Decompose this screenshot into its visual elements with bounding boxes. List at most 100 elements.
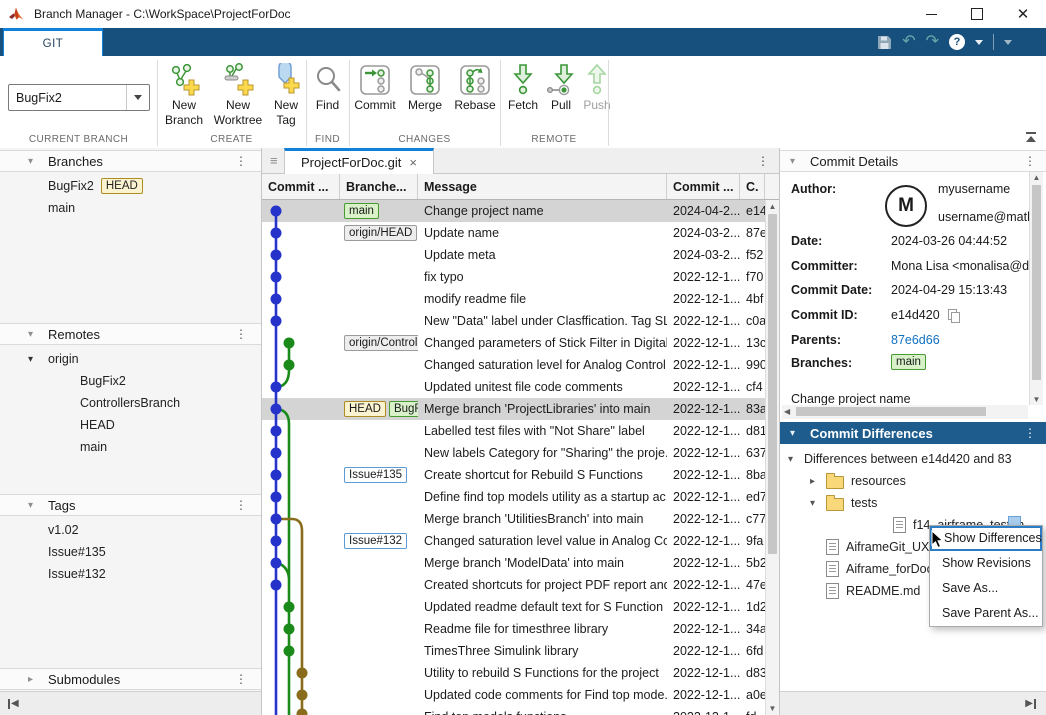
context-menu-item[interactable]: Show Differences [930,526,1042,551]
commit-details-menu-icon[interactable]: ⋮ [1024,154,1036,168]
tab-close-icon[interactable]: × [409,155,417,170]
scrollbar-thumb[interactable] [1032,185,1041,380]
tags-menu-icon[interactable]: ⋮ [235,498,247,512]
remote-branch-item[interactable]: HEAD [0,414,261,436]
document-tabbar-menu-icon[interactable]: ⋮ [757,154,769,168]
new-worktree-button[interactable]: New Worktree [208,62,268,128]
expander-icon[interactable] [810,498,826,509]
collapsed-triangle-icon[interactable]: ▸ [0,674,48,685]
remotes-panel-header[interactable]: ▾ Remotes ⋮ [0,323,261,345]
panel-menu-icon[interactable]: ≡ [270,154,278,167]
diff-tree-root[interactable]: Differences between e14d420 and 83 [780,448,1046,470]
parent-commit-link[interactable]: 87e6d66 [891,333,940,347]
current-branch-value[interactable]: BugFix2 [9,85,126,110]
commit-differences-header[interactable]: ▾ Commit Differences ⋮ [780,422,1046,444]
scroll-up-icon[interactable]: ▲ [766,202,779,211]
commit-row[interactable]: Updated readme default text for S Functi… [262,596,765,618]
undo-icon[interactable]: ↶ [902,34,915,50]
scroll-start-icon[interactable]: ◀ [8,698,19,709]
remotes-menu-icon[interactable]: ⋮ [235,327,247,341]
commit-row[interactable]: Merge branch 'UtilitiesBranch' into main… [262,508,765,530]
collapse-ribbon-icon[interactable] [1024,132,1038,144]
commit-table-vscrollbar[interactable]: ▲ ▼ [765,200,779,715]
collapse-triangle-icon[interactable]: ▾ [0,500,48,511]
commit-row[interactable]: Utility to rebuild S Functions for the p… [262,662,765,684]
tags-panel-header[interactable]: ▾ Tags ⋮ [0,494,261,516]
remote-branch-item[interactable]: BugFix2 [0,370,261,392]
branch-item-bugfix2[interactable]: BugFix2 HEAD [0,175,261,197]
copy-icon[interactable] [948,309,958,321]
fetch-button[interactable]: Fetch [503,62,543,113]
tag-item[interactable]: Issue#132 [0,563,261,585]
commit-row[interactable]: Update meta 2024-03-2... f52 [262,244,765,266]
context-menu-item[interactable]: Save Parent As... [930,601,1042,626]
commit-differences-menu-icon[interactable]: ⋮ [1024,426,1036,440]
commit-details-header[interactable]: ▾ Commit Details ⋮ [780,150,1046,172]
commit-row[interactable]: New labels Category for "Sharing" the pr… [262,442,765,464]
commit-row[interactable]: origin/ControllersBranch Changed paramet… [262,332,765,354]
submodules-menu-icon[interactable]: ⋮ [235,672,247,686]
commit-row[interactable]: Issue#132 Changed saturation level value… [262,530,765,552]
commit-details-hscrollbar[interactable]: ◀ ▶ [782,405,1028,419]
current-branch-combo[interactable]: BugFix2 [8,84,150,111]
scroll-down-icon[interactable]: ▼ [1030,395,1043,404]
expander-icon[interactable] [788,454,804,465]
commit-row[interactable]: HEAD BugFix2 Merge branch 'ProjectLibrar… [262,398,765,420]
repo-document-tab[interactable]: ProjectForDoc.git × [284,148,434,174]
close-button[interactable]: ✕ [1000,0,1046,28]
commit-row[interactable]: origin/HEAD Update name 2024-03-2... 87e [262,222,765,244]
commit-button[interactable]: Commit [351,62,399,113]
submodules-panel-header[interactable]: ▸ Submodules ⋮ [0,668,261,690]
expander-icon[interactable] [810,476,826,487]
rebase-button[interactable]: Rebase [450,62,500,113]
col-commit-date[interactable]: Commit ... [667,174,740,199]
sidebar-hscrollbar[interactable]: ◀ [0,691,261,715]
commit-details-vscrollbar[interactable]: ▲ ▼ [1029,172,1043,405]
remote-item-origin[interactable]: ▾ origin [0,348,261,370]
scrollbar-thumb[interactable] [768,214,777,554]
tag-item[interactable]: Issue#135 [0,541,261,563]
merge-button[interactable]: Merge [403,62,447,113]
collapse-triangle-icon[interactable]: ▾ [0,329,48,340]
find-button[interactable]: Find [306,62,349,113]
toolstrip-options-icon[interactable] [1004,40,1012,45]
branch-item-main[interactable]: main [0,197,261,219]
new-branch-button[interactable]: New Branch [157,62,211,128]
context-menu-item[interactable]: Save As... [930,576,1042,601]
commit-row[interactable]: Readme file for timesthree library 2022-… [262,618,765,640]
combo-dropdown-icon[interactable] [126,85,149,110]
diff-tree-node[interactable]: resources [780,470,1046,492]
context-menu-item[interactable]: Show Revisions [930,551,1042,576]
help-dropdown-icon[interactable] [975,40,983,45]
scroll-up-icon[interactable]: ▲ [1030,173,1043,182]
commit-row[interactable]: Merge branch 'ModelData' into main 2022-… [262,552,765,574]
scrollbar-thumb[interactable] [796,407,986,416]
commit-row[interactable]: Updated code comments for Find top mode.… [262,684,765,706]
commit-row[interactable]: Define find top models utility as a star… [262,486,765,508]
remote-branch-item[interactable]: ControllersBranch [0,392,261,414]
help-icon[interactable]: ? [949,34,965,50]
commit-row[interactable]: main Change project name 2024-04-2... e1… [262,200,765,222]
commit-row[interactable]: modify readme file 2022-12-1... 4bf [262,288,765,310]
branches-panel-header[interactable]: ▾ Branches ⋮ [0,150,261,172]
remote-branch-item[interactable]: main [0,436,261,458]
col-branches[interactable]: Branche... [340,174,418,199]
commit-row[interactable]: Labelled test files with "Not Share" lab… [262,420,765,442]
commit-row[interactable]: New "Data" label under Clasffication. Ta… [262,310,765,332]
commit-row[interactable]: Find top models functions 2022-12-1... f… [262,706,765,715]
commit-row[interactable]: Created shortcuts for project PDF report… [262,574,765,596]
scroll-down-icon[interactable]: ▼ [766,704,779,713]
collapse-triangle-icon[interactable]: ▾ [780,428,810,439]
scroll-left-icon[interactable]: ◀ [784,407,790,416]
commit-row[interactable]: Issue#135 Create shortcut for Rebuild S … [262,464,765,486]
new-tag-button[interactable]: New Tag [266,62,306,128]
tag-item[interactable]: v1.02 [0,519,261,541]
col-message[interactable]: Message [418,174,667,199]
minimize-button[interactable] [908,0,954,28]
commit-row[interactable]: TimesThree Simulink library 2022-12-1...… [262,640,765,662]
pull-button[interactable]: Pull [543,62,579,113]
branches-menu-icon[interactable]: ⋮ [235,154,247,168]
differences-hscrollbar[interactable]: ▶ [780,691,1046,715]
expanded-triangle-icon[interactable]: ▾ [28,354,33,365]
redo-icon[interactable]: ↷ [926,34,939,50]
